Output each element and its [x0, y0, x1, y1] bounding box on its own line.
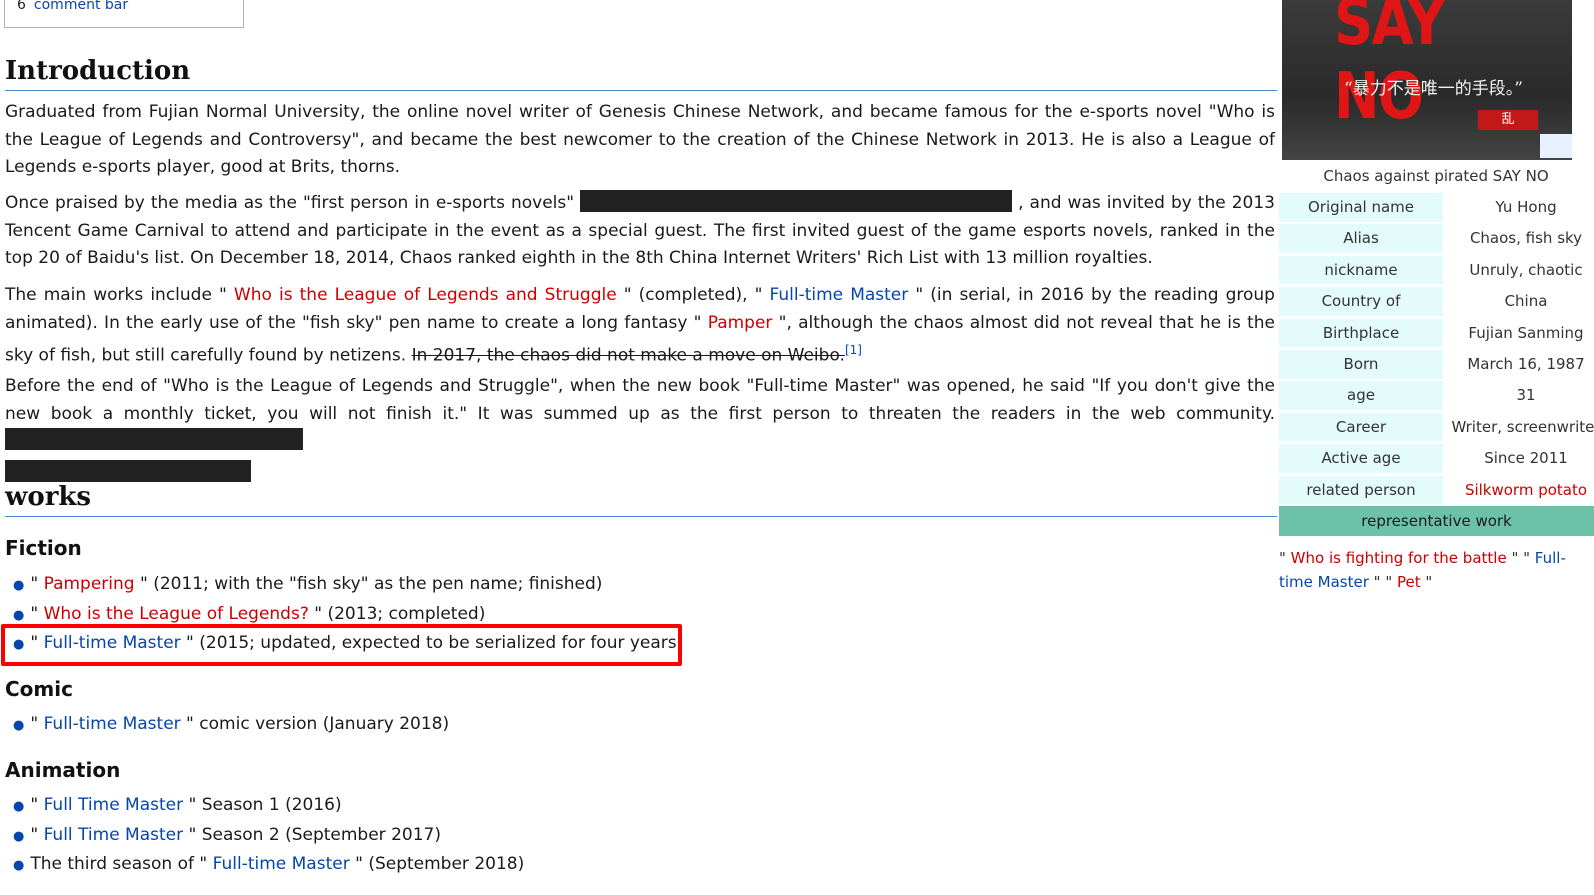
infobox-value: Writer, screenwriter — [1451, 417, 1594, 436]
infobox-row: Alias Chaos, fish sky — [1278, 224, 1594, 253]
infobox-key: related person — [1279, 475, 1443, 505]
toc-link[interactable]: comment bar — [34, 0, 128, 13]
representative-work-heading: representative work — [1279, 506, 1594, 536]
section-heading-works: works — [5, 480, 1277, 517]
infobox-value: Yu Hong — [1495, 198, 1557, 216]
redacted-block — [580, 190, 1013, 212]
infobox-value: 31 — [1516, 386, 1536, 405]
comic-list: ● " Full-time Master " comic version (Jan… — [13, 710, 449, 740]
infobox-value: China — [1504, 292, 1548, 311]
infobox-value: March 16, 1987 — [1467, 355, 1585, 373]
infobox-image[interactable]: SAY NO “暴力不是唯一的手段。” 乱 — [1282, 0, 1572, 160]
infobox-row: Original name Yu Hong — [1278, 193, 1594, 222]
infobox-value: Chaos, fish sky — [1469, 229, 1583, 248]
work-link[interactable]: Full-time Master — [213, 854, 350, 874]
representative-works: " Who is fighting for the battle " " Ful… — [1279, 549, 1566, 591]
list-item: ● " Full Time Master " Season 2 (Septembe… — [13, 824, 441, 845]
link-who-is-league[interactable]: Who is the League of Legends and Struggl… — [234, 285, 617, 305]
subheading-comic: Comic — [5, 677, 73, 701]
infobox-row: related person Silkworm potato — [1278, 475, 1594, 505]
infobox-caption: Chaos against pirated SAY NO — [1323, 167, 1549, 185]
representative-work-link[interactable]: Who is fighting for the battle — [1291, 549, 1507, 567]
infobox-row: Country of Citizenship China — [1278, 287, 1594, 339]
subheading-fiction: Fiction — [5, 536, 82, 560]
work-link[interactable]: Full Time Master — [44, 795, 184, 815]
list-item: ● The third season of " Full-time Master … — [13, 854, 525, 874]
infobox-key: Birthplace — [1279, 318, 1443, 348]
infobox-key: Active age — [1279, 444, 1443, 473]
image-seal: 乱 — [1478, 110, 1538, 130]
toc-item[interactable]: 6 comment bar — [4, 0, 244, 28]
infobox-value-link[interactable]: Silkworm potato — [1446, 476, 1594, 505]
infobox-value: Since 2011 — [1484, 449, 1568, 468]
section-heading-introduction: Introduction — [5, 54, 1277, 91]
bullet-icon: ● — [13, 578, 25, 593]
reference-link[interactable]: [1] — [845, 343, 862, 357]
infobox-row: nickname Unruly, chaotic — [1278, 255, 1594, 285]
link-full-time-master[interactable]: Full-time Master — [770, 285, 909, 305]
infobox-value: Unruly, chaotic — [1469, 260, 1583, 279]
infobox-key: Original name — [1279, 193, 1443, 222]
infobox-row: Born March 16, 1987 — [1278, 350, 1594, 379]
bullet-icon: ● — [13, 718, 25, 733]
infobox-row: Career Writer, screenwriter — [1278, 412, 1594, 442]
redacted-block — [5, 428, 303, 451]
list-item: ● " Pampering " (2011; with the "fish sky… — [13, 574, 603, 594]
redacted-block — [5, 459, 251, 482]
work-link[interactable]: Full Time Master — [44, 825, 184, 845]
intro-paragraph-3: The main works include " Who is the Leag… — [5, 285, 1275, 366]
struck-text: In 2017, the chaos did not make a move o… — [411, 345, 845, 366]
infobox-key: Born — [1279, 350, 1443, 379]
infobox-key: Alias — [1279, 224, 1443, 253]
infobox-key: nickname — [1279, 255, 1443, 285]
watermark-icon — [1540, 134, 1572, 158]
bullet-icon: ● — [13, 858, 25, 873]
work-link[interactable]: Who is the League of Legends? — [44, 604, 309, 624]
infobox-key: age — [1279, 381, 1443, 410]
highlight-annotation-box — [1, 624, 682, 666]
subheading-animation: Animation — [5, 758, 121, 782]
intro-paragraph-2: Once praised by the media as the "first … — [5, 190, 1275, 273]
infobox: SAY NO “暴力不是唯一的手段。” 乱 Chaos against pira… — [1278, 0, 1594, 600]
representative-work-link[interactable]: Pet — [1397, 573, 1421, 591]
infobox-key: Country of Citizenship — [1279, 287, 1443, 339]
infobox-value: Fujian Sanming — [1468, 323, 1584, 342]
intro-paragraph-1: Graduated from Fujian Normal University,… — [5, 102, 1275, 178]
infobox-row: Birthplace Fujian Sanming — [1278, 318, 1594, 348]
bullet-icon: ● — [13, 799, 25, 814]
infobox-row: Active age Since 2011 — [1278, 444, 1594, 473]
link-pamper[interactable]: Pamper — [708, 313, 773, 333]
list-item: ● " Full-time Master " comic version (Jan… — [13, 714, 450, 734]
work-link[interactable]: Full-time Master — [44, 714, 181, 734]
toc-number: 6 — [17, 0, 26, 13]
list-item: ● " Full Time Master " Season 1 (2016) — [13, 795, 342, 815]
infobox-row: age 31 — [1278, 381, 1594, 410]
infobox-key: Career — [1279, 412, 1443, 442]
intro-paragraph-4: Before the end of "Who is the League of … — [5, 373, 1275, 487]
bullet-icon: ● — [13, 828, 25, 844]
image-chinese-text: “暴力不是唯一的手段。” — [1344, 79, 1523, 99]
work-link[interactable]: Pampering — [44, 574, 135, 594]
animation-list: ● " Full Time Master " Season 1 (2016) ● " … — [13, 791, 524, 880]
bullet-icon: ● — [13, 607, 25, 623]
